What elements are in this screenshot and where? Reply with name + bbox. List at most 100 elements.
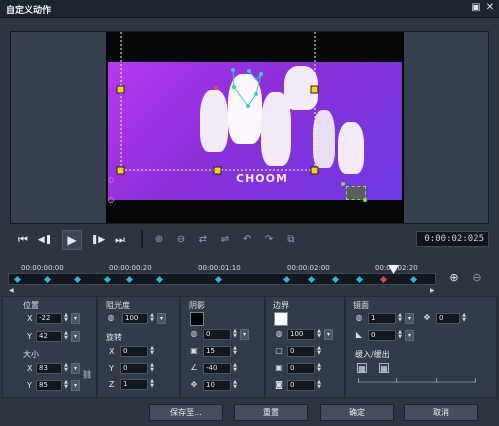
- go-to-start-button[interactable]: ⏮: [14, 231, 32, 249]
- current-keyframe[interactable]: [379, 275, 388, 284]
- position-y-field[interactable]: 42: [36, 331, 62, 342]
- border-opacity-spinner[interactable]: ▲ ▼: [316, 329, 322, 340]
- border-opacity-field[interactable]: 100: [287, 329, 315, 340]
- scroll-right-icon[interactable]: ▶: [430, 287, 435, 294]
- shadow-blur-spinner[interactable]: ▲ ▼: [232, 346, 238, 357]
- rotation-z-field[interactable]: 1: [120, 379, 148, 390]
- ok-button[interactable]: 确定: [320, 404, 394, 421]
- cancel-button[interactable]: 取消: [404, 404, 478, 421]
- keyframe[interactable]: [214, 275, 223, 284]
- size-y-spinner[interactable]: ▲ ▼: [63, 380, 69, 391]
- rotation-x-field[interactable]: 0: [120, 346, 148, 357]
- timeline[interactable]: 00:00:00:00 00:00:00:20 00:00:01:10 00:0…: [8, 259, 438, 294]
- move-right-keyframe-icon[interactable]: ↷: [261, 232, 277, 248]
- shadow-opacity-icon: ◍: [190, 329, 198, 338]
- mirror-opacity-field[interactable]: 1: [368, 313, 396, 324]
- opacity-icon: ◍: [107, 313, 115, 322]
- ease-in-icon[interactable]: ▦: [357, 363, 367, 373]
- timeline-track[interactable]: [8, 273, 436, 285]
- keyframe[interactable]: [13, 275, 22, 284]
- swap-keyframe-icon[interactable]: ⇌: [217, 232, 233, 248]
- border-width-spinner[interactable]: ▲ ▼: [316, 346, 322, 357]
- rotation-z-spinner[interactable]: ▲ ▼: [149, 379, 155, 390]
- opacity-label: 阻光度: [106, 301, 130, 310]
- video-canvas[interactable]: CHOOM: [106, 32, 404, 223]
- mirror-opacity-dropdown[interactable]: ▾: [405, 313, 414, 324]
- shadow-blur-field[interactable]: 15: [203, 346, 231, 357]
- border-size-field[interactable]: 0: [287, 380, 315, 391]
- size-y-field[interactable]: 85: [36, 380, 62, 391]
- shadow-opacity-spinner[interactable]: ▲ ▼: [232, 329, 238, 340]
- zoom-in-icon[interactable]: ⊕: [447, 271, 461, 285]
- keyframe[interactable]: [43, 275, 52, 284]
- border-size-spinner[interactable]: ▲ ▼: [316, 380, 322, 391]
- zoom-out-icon[interactable]: ⊖: [470, 271, 484, 285]
- ease-out-icon[interactable]: ▦: [379, 363, 389, 373]
- close-icon[interactable]: ✕: [484, 2, 496, 14]
- size-x-field[interactable]: 83: [36, 363, 62, 374]
- add-keyframe-icon[interactable]: ⊕: [151, 232, 167, 248]
- mirror-offset-spinner[interactable]: ▲ ▼: [461, 313, 467, 324]
- keyframe[interactable]: [155, 275, 164, 284]
- motion-overlay[interactable]: [106, 32, 404, 223]
- mirror-fade-field[interactable]: 0: [368, 330, 396, 341]
- position-y-spinner[interactable]: ▲ ▼: [63, 331, 69, 342]
- shadow-distance-field[interactable]: 10: [203, 380, 231, 391]
- border-width-field[interactable]: 0: [287, 346, 315, 357]
- ease-slider[interactable]: [358, 381, 476, 383]
- border-radius-spinner[interactable]: ▲ ▼: [316, 363, 322, 374]
- border-radius-field[interactable]: 0: [287, 363, 315, 374]
- keyframe[interactable]: [355, 275, 364, 284]
- save-to-button[interactable]: 保存至...: [149, 404, 223, 421]
- shadow-angle-field[interactable]: -40: [203, 363, 231, 374]
- rotation-x-spinner[interactable]: ▲ ▼: [149, 346, 155, 357]
- position-x-spinner[interactable]: ▲ ▼: [63, 313, 69, 324]
- keyframe[interactable]: [103, 275, 112, 284]
- position-x-dropdown[interactable]: ▾: [71, 313, 80, 324]
- move-left-keyframe-icon[interactable]: ↶: [239, 232, 255, 248]
- next-frame-button[interactable]: ❚▶: [89, 231, 107, 249]
- copy-keyframe-icon[interactable]: ⧉: [283, 232, 299, 248]
- shadow-opacity-field[interactable]: 0: [203, 329, 231, 340]
- shadow-color-swatch[interactable]: [190, 312, 204, 326]
- border-color-swatch[interactable]: [274, 312, 288, 326]
- mirror-fade-spinner[interactable]: ▲ ▼: [397, 330, 403, 341]
- keyframe[interactable]: [409, 275, 418, 284]
- timecode-display[interactable]: 0:00:02:025: [416, 231, 489, 247]
- position-y-dropdown[interactable]: ▾: [71, 331, 80, 342]
- position-x-field[interactable]: -22: [36, 313, 62, 324]
- keyframe[interactable]: [73, 275, 82, 284]
- mirror-opacity-spinner[interactable]: ▲ ▼: [397, 313, 403, 324]
- position-size-pane: 位置 X -22 ▲ ▼ ▾ Y 42 ▲ ▼ ▾ 大小 X 83 ▲ ▼ ▾ Y 8…: [2, 296, 97, 398]
- previous-frame-button[interactable]: ◀❚: [36, 231, 54, 249]
- scroll-left-icon[interactable]: ◀: [9, 287, 14, 294]
- link-icon[interactable]: ⛓: [82, 370, 92, 380]
- remove-keyframe-icon[interactable]: ⊖: [173, 232, 189, 248]
- border-size-icon: ◙: [275, 380, 283, 389]
- maximize-icon[interactable]: ▣: [470, 2, 482, 14]
- rotation-y-field[interactable]: 0: [120, 363, 148, 374]
- keyframe[interactable]: [125, 275, 134, 284]
- mirror-fade-dropdown[interactable]: ▾: [405, 330, 414, 341]
- border-opacity-dropdown[interactable]: ▾: [324, 329, 333, 340]
- keyframe[interactable]: [307, 275, 316, 284]
- size-y-dropdown[interactable]: ▾: [71, 380, 80, 391]
- reset-button[interactable]: 重置: [234, 404, 308, 421]
- keyframe[interactable]: [282, 275, 291, 284]
- shadow-distance-spinner[interactable]: ▲ ▼: [232, 380, 238, 391]
- keyframe[interactable]: [331, 275, 340, 284]
- play-button[interactable]: ▶: [62, 230, 82, 250]
- ease-label: 缓入/缓出: [355, 350, 390, 359]
- opacity-field[interactable]: 100: [122, 313, 148, 324]
- mirror-offset-field[interactable]: 0: [436, 313, 460, 324]
- go-to-end-button[interactable]: ⏭: [111, 231, 129, 249]
- reverse-keyframe-icon[interactable]: ⇄: [195, 232, 211, 248]
- opacity-spinner[interactable]: ▲ ▼: [149, 313, 155, 324]
- preview-panel: CHOOM: [10, 31, 489, 224]
- size-x-dropdown[interactable]: ▾: [71, 363, 80, 374]
- shadow-opacity-dropdown[interactable]: ▾: [240, 329, 249, 340]
- shadow-angle-spinner[interactable]: ▲ ▼: [232, 363, 238, 374]
- size-x-spinner[interactable]: ▲ ▼: [63, 363, 69, 374]
- opacity-dropdown[interactable]: ▾: [157, 313, 166, 324]
- rotation-y-spinner[interactable]: ▲ ▼: [149, 363, 155, 374]
